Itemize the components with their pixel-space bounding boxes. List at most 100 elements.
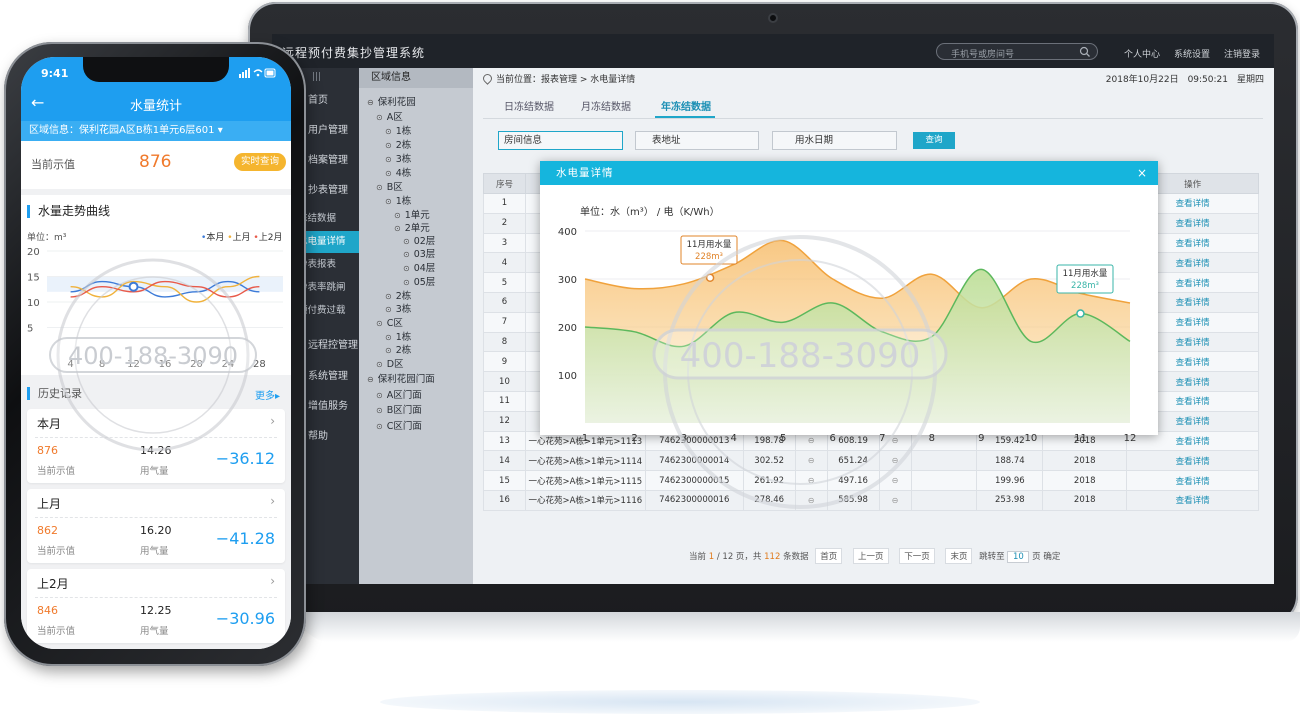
tree-node[interactable]: ⊙ A区 (376, 109, 403, 123)
expand-icon[interactable]: ⊙ (403, 237, 410, 246)
legend-this-month: 本月 (206, 233, 225, 243)
search-input[interactable]: 手机号或房间号 (936, 43, 1098, 60)
tree-node[interactable]: ⊙ 2栋 (385, 137, 411, 151)
expand-icon[interactable]: ⊖ (367, 375, 374, 384)
expand-icon[interactable]: ⊙ (385, 141, 392, 150)
expand-icon[interactable]: ⊙ (394, 224, 401, 233)
next-page-button[interactable]: 下一页 (899, 548, 935, 564)
table-cell: 7462300000016 (644, 489, 744, 511)
expand-icon[interactable]: ⊙ (385, 333, 392, 342)
expand-icon[interactable]: ⊙ (385, 127, 392, 136)
tooltip: 11月用水量 228m³ (680, 235, 738, 265)
tree-node[interactable]: ⊙ C区 (376, 315, 403, 329)
room-info-field[interactable]: 房间信息 (498, 131, 623, 150)
tree-node[interactable]: ⊙ C区门面 (376, 418, 422, 432)
water-date-field[interactable]: 用水日期 (772, 131, 897, 150)
prev-page-button[interactable]: 上一页 (853, 548, 889, 564)
tab-yearly[interactable]: 年冻结数据 (661, 98, 711, 113)
view-detail-link[interactable]: 查看详情 (1126, 470, 1259, 491)
last-page-button[interactable]: 末页 (945, 548, 973, 564)
tree-node[interactable]: ⊙ A区门面 (376, 387, 422, 401)
expand-icon[interactable]: ⊙ (376, 319, 383, 328)
history-card[interactable]: 本月 › 876 当前示值 14.26 用气量 −36.12 (27, 409, 285, 483)
expand-icon[interactable]: ⊙ (385, 292, 392, 301)
table-cell: 4 (483, 252, 526, 274)
system-settings-link[interactable]: 系统设置 (1174, 47, 1210, 60)
tree-node[interactable]: ⊙ 05层 (403, 274, 435, 288)
search-placeholder: 手机号或房间号 (951, 50, 1015, 60)
collapse-icon[interactable]: ||| (312, 72, 321, 82)
trend-card: 水量走势曲线 单位：m³ •本月 •上月 •上2月 5 10 15 20 4 8 12 16 2… (21, 195, 291, 375)
tree-node[interactable]: ⊙ D区 (376, 356, 404, 370)
laptop-screen: 远程预付费集抄管理系统 手机号或房间号 个人中心 系统设置 注销登录 ||| 首… (272, 34, 1274, 584)
expand-icon[interactable]: ⊙ (403, 278, 410, 287)
expand-icon[interactable]: ⊙ (385, 346, 392, 355)
tree-node[interactable]: ⊖ 保利花园 (367, 94, 416, 108)
tab-daily[interactable]: 日冻结数据 (504, 98, 554, 113)
nav-bar: ← 水量统计 (21, 85, 291, 121)
chevron-right-icon[interactable]: › (270, 414, 275, 428)
expand-icon[interactable]: ⊖ (367, 98, 374, 107)
expand-icon[interactable]: ⊙ (376, 360, 383, 369)
trend-title: 水量走势曲线 (27, 205, 110, 218)
expand-icon[interactable]: ⊙ (403, 250, 410, 259)
tree-node[interactable]: ⊙ 1栋 (385, 193, 411, 207)
history-card[interactable]: 上2月 › 846 当前示值 12.25 用气量 −30.96 (27, 569, 285, 643)
view-detail-link[interactable]: 查看详情 (1126, 450, 1259, 472)
tree-node[interactable]: ⊙ 2栋 (385, 342, 411, 356)
usage-label: 用气量 (140, 546, 169, 557)
chevron-right-icon[interactable]: › (270, 494, 275, 508)
phone-frame: 9:41 ← 水量统计 区域信息：保利花园A区B栋1单元6层601 ▾ 当前示值… (4, 42, 306, 666)
tree-node-label: 03层 (413, 249, 436, 260)
search-icon[interactable] (1079, 46, 1091, 58)
table-cell: 一心花苑>A栋>1单元>1114 (524, 450, 646, 472)
history-card[interactable]: 上月 › 862 当前示值 16.20 用气量 −41.28 (27, 489, 285, 563)
tooltip-label: 11月用水量 (687, 239, 732, 250)
personal-center-link[interactable]: 个人中心 (1124, 47, 1160, 60)
tree-node[interactable]: ⊙ 1栋 (385, 329, 411, 343)
query-button[interactable]: 查询 (913, 132, 955, 149)
tree-node[interactable]: ⊖ 保利花园门面 (367, 371, 435, 385)
chevron-right-icon[interactable]: › (270, 574, 275, 588)
tree-node[interactable]: ⊙ 2栋 (385, 288, 411, 302)
diff-value: −30.96 (215, 609, 275, 628)
table-cell: ⊖ (794, 489, 828, 511)
expand-icon[interactable]: ⊙ (385, 305, 392, 314)
confirm-button[interactable]: 确定 (1043, 552, 1060, 562)
more-link[interactable]: 更多▸ (255, 387, 280, 402)
expand-icon[interactable]: ⊙ (394, 211, 401, 220)
tree-node[interactable]: ⊙ 04层 (403, 260, 435, 274)
tree-node[interactable]: ⊙ 1单元 (394, 207, 430, 221)
logout-link[interactable]: 注销登录 (1224, 47, 1260, 60)
table-cell: ⊖ (878, 489, 912, 511)
tree-node-label: B区门面 (386, 405, 422, 416)
expand-icon[interactable]: ⊙ (376, 113, 383, 122)
tree-node[interactable]: ⊙ 03层 (403, 246, 435, 260)
dropdown-icon: ▾ (217, 125, 223, 136)
tree-node-label: 1栋 (395, 196, 412, 207)
view-detail-link[interactable]: 查看详情 (1126, 489, 1259, 511)
page-input[interactable]: 10 (1007, 551, 1030, 563)
tree-node[interactable]: ⊙ 1栋 (385, 123, 411, 137)
expand-icon[interactable]: ⊙ (385, 155, 392, 164)
tree-node[interactable]: ⊙ B区门面 (376, 402, 422, 416)
meter-address-field[interactable]: 表地址 (635, 131, 759, 150)
tree-node[interactable]: ⊙ 2单元 (394, 220, 430, 234)
tree-node[interactable]: ⊙ 02层 (403, 233, 435, 247)
expand-icon[interactable]: ⊙ (376, 406, 383, 415)
expand-icon[interactable]: ⊙ (376, 422, 383, 431)
tab-monthly[interactable]: 月冻结数据 (581, 98, 631, 113)
table-cell: 15 (483, 470, 526, 491)
tree-node[interactable]: ⊙ B区 (376, 179, 403, 193)
expand-icon[interactable]: ⊙ (376, 183, 383, 192)
expand-icon[interactable]: ⊙ (385, 197, 392, 206)
first-page-button[interactable]: 首页 (815, 548, 843, 564)
expand-icon[interactable]: ⊙ (376, 391, 383, 400)
tree-node[interactable]: ⊙ 4栋 (385, 165, 411, 179)
tree-node[interactable]: ⊙ 3栋 (385, 151, 411, 165)
live-query-button[interactable]: 实时查询 (234, 153, 286, 171)
expand-icon[interactable]: ⊙ (385, 169, 392, 178)
expand-icon[interactable]: ⊙ (403, 264, 410, 273)
region-selector[interactable]: 区域信息：保利花园A区B栋1单元6层601 ▾ (21, 121, 291, 141)
tree-node[interactable]: ⊙ 3栋 (385, 301, 411, 315)
